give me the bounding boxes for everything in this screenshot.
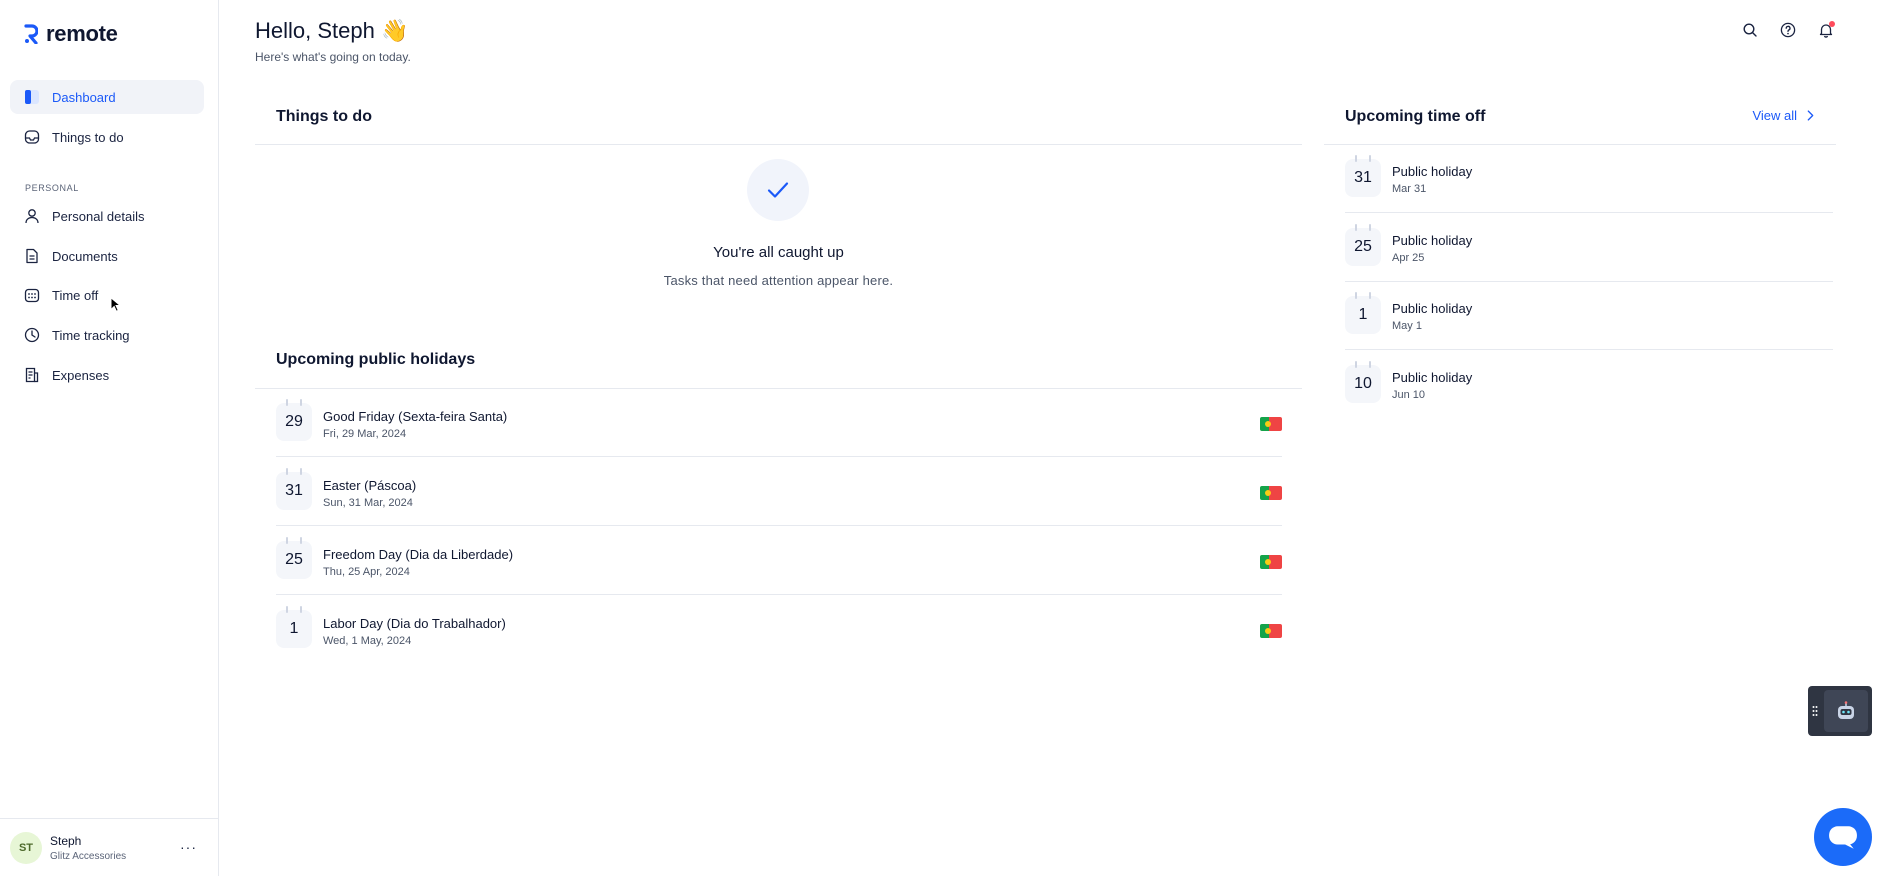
calendar-icon — [24, 288, 40, 303]
main-nav: Dashboard Things to do — [10, 80, 204, 154]
card-title: Upcoming time off — [1345, 108, 1486, 125]
calendar-day-badge: 31 — [1345, 155, 1381, 197]
calendar-day-badge: 1 — [1345, 292, 1381, 334]
sidebar-item-things-to-do[interactable]: Things to do — [10, 120, 204, 154]
mouse-cursor-icon — [110, 297, 121, 312]
sidebar-item-personal-details[interactable]: Personal details — [10, 199, 204, 233]
holiday-row[interactable]: 25 Freedom Day (Dia da Liberdade) Thu, 2… — [276, 527, 1282, 595]
sidebar-item-time-off[interactable]: Time off — [10, 278, 204, 312]
calendar-day-badge: 25 — [1345, 224, 1381, 266]
sidebar-item-label: Things to do — [52, 129, 124, 145]
holiday-row[interactable]: 29 Good Friday (Sexta-feira Santa) Fri, … — [276, 389, 1282, 457]
empty-state-title: You're all caught up — [713, 244, 844, 261]
sidebar-item-label: Personal details — [52, 208, 145, 224]
sidebar-item-label: Time tracking — [52, 327, 130, 343]
user-icon — [25, 209, 39, 224]
receipt-icon — [25, 367, 39, 383]
empty-state-badge — [747, 159, 809, 221]
calendar-day-badge: 10 — [1345, 361, 1381, 403]
dashboard-icon — [25, 90, 39, 104]
sidebar-item-label: Expenses — [52, 367, 110, 383]
sidebar-item-label: Time off — [52, 287, 99, 303]
personal-nav: Personal details Documents Time off Time… — [10, 199, 204, 392]
calendar-day-badge: 29 — [276, 399, 312, 441]
brand-name: remote — [46, 21, 118, 46]
time-off-date: Apr 25 — [1392, 252, 1425, 264]
remote-logo-icon — [24, 24, 38, 44]
document-icon — [26, 248, 38, 264]
sidebar-item-dashboard[interactable]: Dashboard — [10, 80, 204, 114]
drag-handle-icon — [1812, 706, 1818, 716]
chat-support-button[interactable] — [1814, 808, 1872, 866]
sidebar-item-label: Dashboard — [52, 89, 116, 105]
time-off-row[interactable]: 31 Public holiday Mar 31 — [1345, 145, 1833, 213]
sidebar-item-expenses[interactable]: Expenses — [10, 358, 204, 392]
calendar-day-badge: 25 — [276, 537, 312, 579]
view-all-label: View all — [1752, 108, 1797, 123]
time-off-name: Public holiday — [1392, 233, 1473, 248]
inbox-icon — [24, 130, 40, 144]
public-holidays-card: Upcoming public holidays 29 Good Friday … — [255, 341, 1302, 661]
notification-dot — [1829, 21, 1835, 27]
holiday-date: Wed, 1 May, 2024 — [323, 635, 412, 647]
things-to-do-card: Things to do You're all caught up Tasks … — [255, 97, 1302, 317]
time-off-name: Public holiday — [1392, 301, 1473, 316]
view-all-link[interactable]: View all — [1752, 108, 1814, 123]
time-off-row[interactable]: 1 Public holiday May 1 — [1345, 282, 1833, 350]
holiday-name: Easter (Páscoa) — [323, 478, 417, 493]
divider — [255, 144, 1302, 145]
sidebar-item-label: Documents — [52, 248, 118, 264]
holiday-date: Sun, 31 Mar, 2024 — [323, 497, 413, 509]
upcoming-time-off-card: Upcoming time off View all 31 Public hol… — [1324, 97, 1836, 417]
robot-icon — [1838, 701, 1854, 719]
sidebar-item-documents[interactable]: Documents — [10, 239, 204, 273]
user-profile[interactable]: ST Steph Glitz Accessories ··· — [0, 818, 219, 876]
drag-handle[interactable] — [1808, 686, 1822, 736]
portugal-flag-icon — [1260, 417, 1282, 431]
sidebar: remote Dashboard Things to do PERSONAL P… — [0, 0, 219, 876]
time-off-date: May 1 — [1392, 320, 1422, 332]
holiday-date: Thu, 25 Apr, 2024 — [323, 566, 410, 578]
holiday-name: Freedom Day (Dia da Liberdade) — [323, 547, 514, 562]
calendar-day-badge: 31 — [276, 468, 312, 510]
chat-icon — [1829, 826, 1857, 849]
user-company: Glitz Accessories — [50, 850, 127, 862]
holiday-row[interactable]: 1 Labor Day (Dia do Trabalhador) Wed, 1 … — [276, 596, 1282, 664]
calendar-day-badge: 1 — [276, 606, 312, 648]
notifications-button[interactable] — [1818, 21, 1835, 38]
sidebar-item-time-tracking[interactable]: Time tracking — [10, 318, 204, 352]
page-title: Hello, Steph 👋 — [255, 18, 409, 43]
card-title: Upcoming public holidays — [276, 351, 476, 368]
assistant-button[interactable] — [1824, 690, 1868, 732]
time-off-date: Mar 31 — [1392, 183, 1427, 195]
remote-logo[interactable]: remote — [24, 21, 118, 46]
user-name: Steph — [50, 833, 82, 848]
holiday-row[interactable]: 31 Easter (Páscoa) Sun, 31 Mar, 2024 — [276, 458, 1282, 526]
holiday-name: Good Friday (Sexta-feira Santa) — [323, 409, 508, 424]
time-off-row[interactable]: 10 Public holiday Jun 10 — [1345, 351, 1833, 419]
section-label-personal: PERSONAL — [25, 183, 79, 193]
assistant-widget — [1808, 686, 1872, 736]
chevron-right-icon — [1807, 110, 1814, 121]
holiday-date: Fri, 29 Mar, 2024 — [323, 428, 407, 440]
portugal-flag-icon — [1260, 486, 1282, 500]
time-off-name: Public holiday — [1392, 370, 1473, 385]
portugal-flag-icon — [1260, 555, 1282, 569]
holiday-name: Labor Day (Dia do Trabalhador) — [323, 616, 506, 631]
avatar: ST — [10, 831, 42, 864]
help-icon[interactable] — [1780, 22, 1796, 38]
more-options-button[interactable]: ··· — [180, 839, 197, 855]
portugal-flag-icon — [1260, 624, 1282, 638]
time-off-row[interactable]: 25 Public holiday Apr 25 — [1345, 214, 1833, 282]
time-off-date: Jun 10 — [1392, 389, 1426, 401]
checkmark-icon — [767, 182, 789, 198]
user-meta: Steph Glitz Accessories — [50, 834, 126, 862]
clock-icon — [24, 327, 40, 343]
search-icon[interactable] — [1742, 22, 1758, 38]
empty-state-subtitle: Tasks that need attention appear here. — [663, 273, 894, 288]
topbar-actions — [1742, 21, 1835, 38]
card-title: Things to do — [276, 108, 372, 125]
page-subtitle: Here's what's going on today. — [255, 50, 411, 64]
time-off-name: Public holiday — [1392, 164, 1473, 179]
